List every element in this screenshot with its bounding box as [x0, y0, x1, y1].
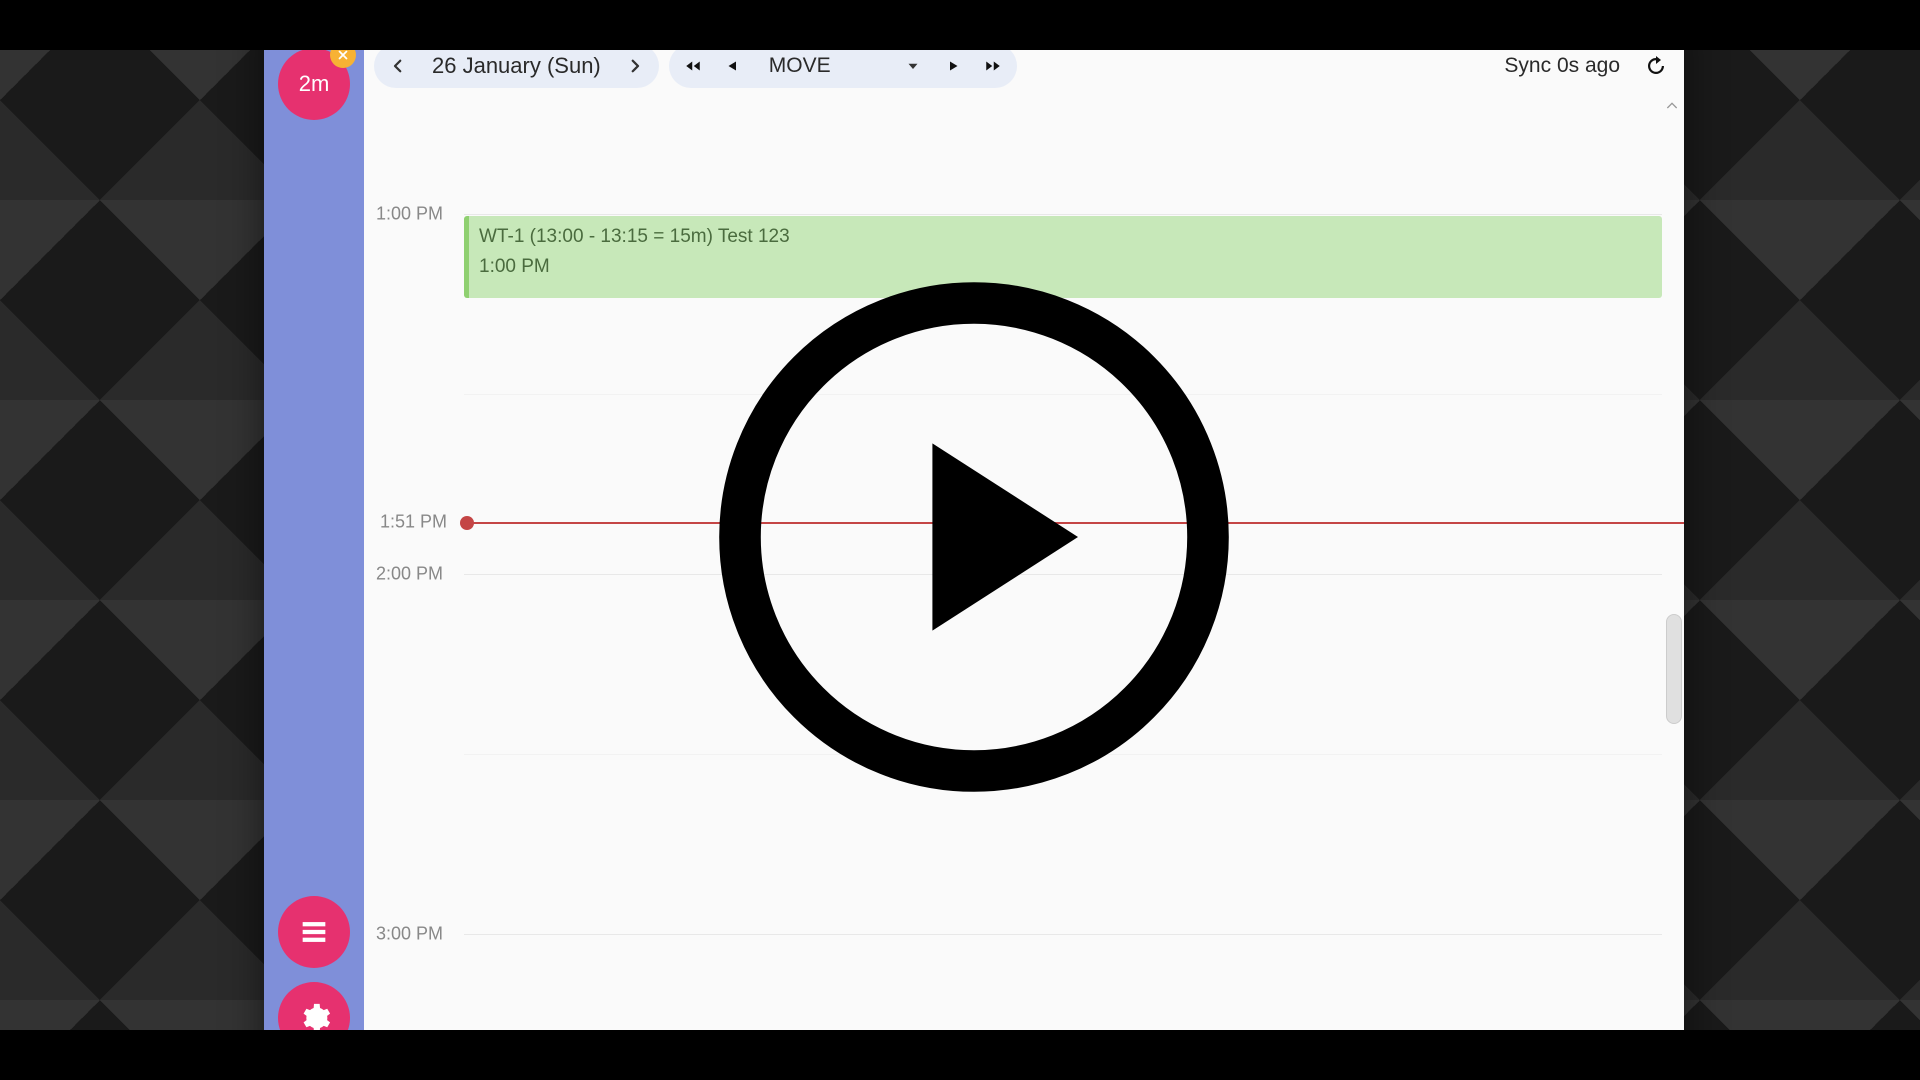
fast-rewind-icon	[684, 57, 702, 75]
calendar[interactable]: 1:00 PM 2:00 PM 3:00 PM WT-1 (13:00 - 13:15…	[364, 94, 1684, 1072]
chevron-right-icon	[626, 57, 644, 75]
chevron-left-icon	[389, 57, 407, 75]
refresh-icon	[1644, 54, 1668, 78]
fast-forward-button[interactable]	[973, 46, 1013, 86]
date-label: 26 January (Sun)	[418, 53, 615, 79]
date-nav: 26 January (Sun)	[374, 44, 659, 88]
step-forward-button[interactable]	[933, 46, 973, 86]
hour-label: 3:00 PM	[376, 924, 443, 945]
list-icon	[297, 915, 331, 949]
hour-label: 1:00 PM	[376, 204, 443, 225]
timer-value: 2m	[299, 71, 330, 97]
play-right-icon	[944, 57, 962, 75]
close-icon	[336, 48, 350, 62]
logs-button[interactable]	[278, 896, 350, 968]
next-day-button[interactable]	[615, 46, 655, 86]
prev-day-button[interactable]	[378, 46, 418, 86]
now-indicator-dot	[460, 516, 474, 530]
app-window: WT4 - 1.7.1 (DEBUG) 2m	[264, 2, 1684, 1072]
timer-button[interactable]: 2m	[278, 48, 350, 120]
scroll-up-button[interactable]	[1664, 98, 1680, 114]
sync-button[interactable]	[1638, 48, 1674, 84]
hour-label: 2:00 PM	[376, 564, 443, 585]
move-nav: MOVE	[669, 44, 1017, 88]
event-time: 1:00 PM	[479, 252, 1652, 282]
mode-label: MOVE	[769, 54, 831, 77]
sync-status: Sync 0s ago	[1504, 54, 1620, 78]
calendar-event[interactable]: WT-1 (13:00 - 13:15 = 15m) Test 1231:00 …	[464, 216, 1662, 298]
now-line	[464, 522, 1684, 524]
hour-line	[464, 214, 1662, 215]
scrollbar-thumb[interactable]	[1666, 614, 1682, 724]
mode-select[interactable]: MOVE	[753, 54, 893, 78]
fast-rewind-button[interactable]	[673, 46, 713, 86]
now-label: 1:51 PM	[380, 512, 447, 533]
step-back-button[interactable]	[713, 46, 753, 86]
half-hour-line	[464, 394, 1662, 395]
hour-line	[464, 574, 1662, 575]
half-hour-line	[464, 754, 1662, 755]
chevron-up-icon	[1664, 98, 1680, 114]
sidebar: 2m	[264, 38, 364, 1072]
letterbox-bottom	[0, 1030, 1920, 1080]
play-left-icon	[724, 57, 742, 75]
letterbox-top	[0, 0, 1920, 50]
main-area: 26 January (Sun) MOVE	[364, 38, 1684, 1072]
hour-line	[464, 934, 1662, 935]
event-title: WT-1 (13:00 - 13:15 = 15m) Test 123	[479, 222, 1652, 252]
chevron-down-icon	[904, 57, 922, 75]
mode-dropdown-button[interactable]	[893, 46, 933, 86]
fast-forward-icon	[984, 57, 1002, 75]
